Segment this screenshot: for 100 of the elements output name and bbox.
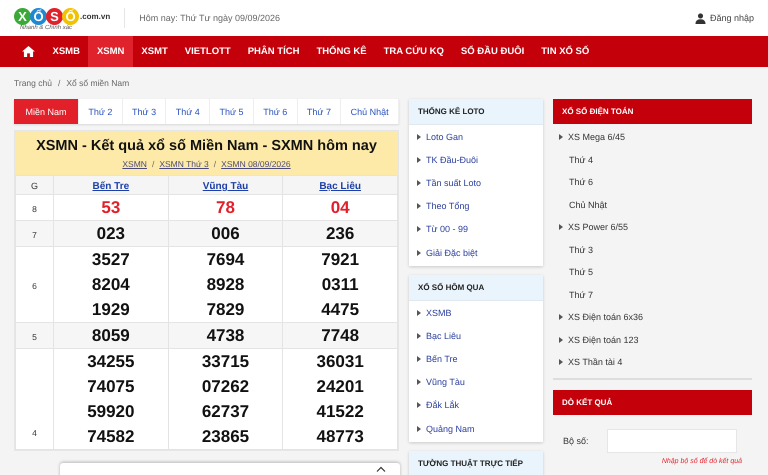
results-link[interactable]: XSMN [122, 159, 147, 169]
day-tab[interactable]: Thứ 5 [210, 99, 254, 124]
caret-icon[interactable] [376, 466, 386, 472]
section-title: XỔ SỐ ĐIỆN TOÁN [562, 107, 634, 116]
day-tab[interactable]: Thứ 6 [254, 99, 298, 124]
sidebar-link[interactable]: Bến Tre [426, 354, 458, 364]
sidebar-link[interactable]: Theo Tổng [426, 201, 470, 212]
lottery-number: 74582 [86, 426, 136, 448]
lottery-number: 8928 [206, 274, 246, 296]
login-link[interactable]: Đăng nhập [710, 13, 754, 23]
sidebar-link[interactable]: Giải Đặc biệt [426, 248, 478, 258]
bullet-icon [417, 402, 421, 408]
nav-item[interactable]: XSMB [44, 36, 88, 67]
bullet-icon [559, 314, 563, 320]
day-tab[interactable]: Thứ 3 [122, 99, 166, 124]
bullet-icon [559, 359, 563, 366]
nav-item[interactable]: TIN XỔ SỐ [532, 36, 598, 67]
menu-link[interactable]: Thứ 5 [569, 267, 594, 278]
lottery-number: 62737 [200, 401, 250, 423]
menu-link[interactable]: XS Điện toán 6x36 [568, 312, 644, 322]
lottery-number: 8204 [90, 274, 131, 296]
menu-link[interactable]: XS Điện toán 123 [568, 334, 639, 345]
logo-letter: Ố [62, 8, 79, 24]
prize-label: 8 [32, 204, 37, 214]
day-tab[interactable]: Thứ 2 [79, 99, 123, 124]
link-separator: / [214, 159, 216, 169]
sidebar-link[interactable]: Từ 00 - 99 [426, 224, 468, 234]
menu-link[interactable]: Thứ 7 [569, 290, 594, 300]
lottery-number: 53 [100, 197, 122, 219]
lottery-number: 78 [215, 197, 236, 219]
sidebar-link[interactable]: Đắk Lắk [426, 400, 460, 410]
nav-item[interactable]: THỐNG KÊ [308, 36, 376, 67]
lottery-number: 23865 [200, 426, 250, 448]
day-tab[interactable]: Miền Nam [14, 99, 79, 124]
nav-item[interactable]: TRA CỨU KQ [375, 36, 452, 67]
sidebar-link[interactable]: Vũng Tàu [426, 377, 465, 388]
lottery-number: 023 [96, 223, 126, 245]
sidebar-link[interactable]: Loto Gan [426, 132, 464, 142]
bullet-icon [417, 203, 421, 210]
lottery-number: 7694 [206, 249, 246, 271]
user-icon[interactable] [694, 12, 706, 24]
card-title: XỔ SỐ HÔM QUA [418, 283, 484, 292]
home-icon[interactable] [22, 46, 35, 57]
bullet-icon [417, 332, 421, 339]
bullet-icon [417, 310, 421, 316]
prize-label: 7 [32, 230, 37, 240]
sidebar-link[interactable]: TK Đầu-Đuôi [426, 154, 478, 165]
lottery-number: 236 [324, 223, 356, 245]
field-label: Bộ số: [563, 436, 589, 446]
sidebar-link[interactable]: Tần suất Loto [426, 178, 482, 188]
logo-letter: Ổ [30, 8, 47, 24]
results-title: XSMN - Kết quả xổ số Miền Nam - SXMN hôm nay [35, 138, 378, 154]
lottery-number: 7921 [320, 249, 360, 271]
today-date: Hôm nay: Thứ Tư ngày 09/09/2026 [139, 13, 280, 23]
sidebar-link[interactable]: Bạc Liêu [426, 330, 462, 341]
nav-item[interactable]: XSMT [132, 36, 176, 67]
breadcrumb-separator: / [58, 78, 60, 88]
lottery-number: 0311 [320, 274, 360, 296]
lottery-number: 4738 [206, 325, 246, 347]
results-link[interactable]: XSMN Thứ 3 [159, 159, 209, 169]
bullet-icon [417, 134, 421, 140]
menu-link[interactable]: XS Thần tài 4 [568, 357, 622, 368]
lottery-number: 34255 [86, 351, 136, 373]
bullet-icon [417, 226, 421, 232]
nav-item[interactable]: SỔ ĐẦU ĐUÔI [452, 36, 533, 67]
lottery-number: 1929 [90, 299, 131, 321]
logo-letter: S [46, 8, 63, 24]
breadcrumb-link[interactable]: Xổ số miền Nam [66, 78, 130, 88]
number-input[interactable] [606, 428, 737, 452]
menu-link[interactable]: XS Mega 6/45 [568, 132, 626, 142]
sidebar-link[interactable]: Quảng Nam [426, 424, 475, 434]
province-link[interactable]: Bến Tre [92, 181, 130, 192]
lottery-number: 41522 [316, 401, 365, 423]
bullet-icon [559, 224, 563, 230]
logo-letter: X [14, 8, 31, 24]
day-tab[interactable]: Chủ Nhật [341, 99, 400, 124]
menu-link[interactable]: Thứ 3 [569, 244, 594, 255]
menu-link[interactable]: XS Power 6/55 [568, 222, 628, 232]
sidebar-link[interactable]: XSMB [426, 308, 452, 318]
menu-link[interactable]: Thứ 6 [569, 177, 594, 188]
breadcrumb-link[interactable]: Trang chủ [14, 78, 52, 88]
menu-link[interactable]: Chủ Nhật [569, 200, 608, 210]
logo-domain: .com.vn [80, 12, 110, 20]
lottery-number: 24201 [316, 376, 365, 398]
lottery-number: 36031 [316, 351, 365, 373]
prize-label: 5 [32, 332, 37, 342]
nav-item[interactable]: VIETLOTT [176, 36, 240, 67]
prize-label: 6 [32, 280, 37, 290]
results-link[interactable]: XSMN 08/09/2026 [221, 159, 291, 169]
nav-item[interactable]: PHÂN TÍCH [239, 36, 308, 67]
day-tab[interactable]: Thứ 7 [298, 99, 342, 124]
lottery-number: 006 [210, 223, 241, 245]
menu-link[interactable]: Thứ 4 [569, 154, 594, 165]
bullet-icon [417, 250, 421, 256]
day-tab[interactable]: Thứ 4 [166, 99, 210, 124]
section-title: DÒ KẾT QUẢ [562, 398, 612, 406]
bullet-icon [417, 156, 421, 163]
nav-item[interactable]: XSMN [88, 36, 133, 67]
card-title: THỐNG KÊ LOTO [418, 107, 485, 116]
lottery-number: 4475 [320, 299, 360, 321]
